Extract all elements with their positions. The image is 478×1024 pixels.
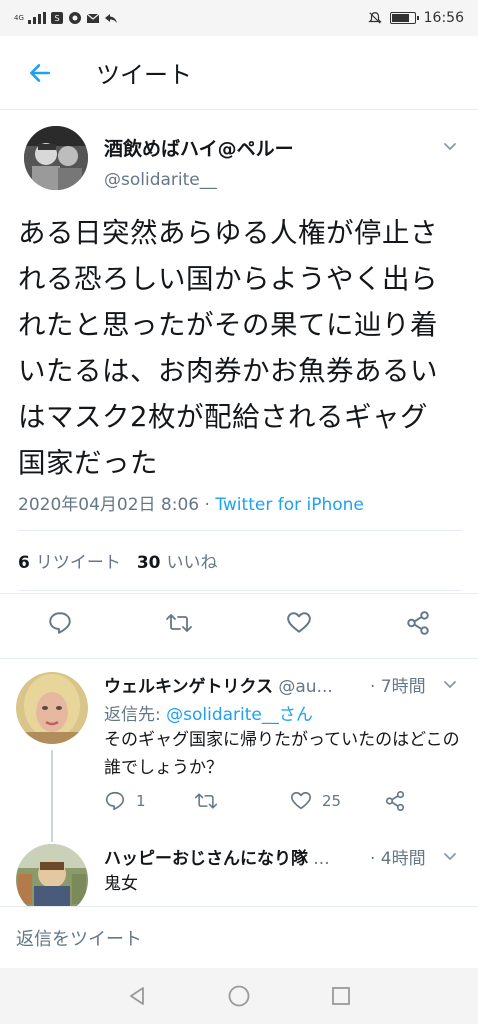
reply-button[interactable]: [45, 608, 75, 638]
reply-author[interactable]: ウェルキンゲトリクス @au...: [104, 672, 333, 697]
heart-icon: [287, 612, 311, 633]
tweet-menu-button[interactable]: [440, 136, 460, 156]
reply-reply-button[interactable]: 1: [104, 790, 146, 812]
tweet-text: ある日突然あらゆる人権が停止さ れる恐ろしい国からようやく出ら れたと思ったがそ…: [18, 217, 438, 479]
avatar-photo: [24, 126, 88, 190]
like-stat[interactable]: 30 いいね: [137, 548, 218, 573]
speech-bubble-icon: [49, 612, 71, 634]
heart-icon: [291, 791, 311, 810]
page-title: ツイート: [96, 61, 192, 89]
reply-to-mention[interactable]: @solidarite__さん: [166, 705, 313, 725]
nav-back-button[interactable]: [123, 982, 151, 1010]
tweet-meta: 2020年04月02日 8:06 · Twitter for iPhone: [18, 490, 364, 515]
svg-text:S: S: [54, 14, 59, 23]
tweet-stats: 6 リツイート 30 いいね: [18, 548, 218, 573]
chevron-down-icon: [444, 143, 456, 151]
reply-author-name: ウェルキンゲトリクス: [104, 677, 273, 697]
triangle-back-icon: [130, 987, 144, 1005]
author-handle[interactable]: @solidarite__: [104, 170, 217, 190]
reply-author-name: ハッピーおじさんになり隊: [104, 849, 308, 869]
reply-time: · 7時間: [370, 677, 426, 697]
nav-recent-button[interactable]: [327, 982, 355, 1010]
thread-line: [51, 750, 53, 842]
retweet-icon: [166, 614, 192, 632]
mute-icon: [367, 11, 382, 25]
network-type: 4G: [14, 13, 24, 22]
divider: [0, 593, 478, 594]
speech-bubble-icon: [105, 791, 125, 811]
tweet-source-link[interactable]: Twitter for iPhone: [215, 495, 364, 515]
status-left: 4G S: [14, 11, 118, 25]
system-nav-bar: [0, 968, 478, 1024]
reply-author-handle: ...: [313, 849, 330, 869]
avatar-photo: [16, 672, 88, 744]
author-name[interactable]: 酒飲めばハイ@ペルー: [104, 134, 294, 161]
battery-icon: [389, 12, 419, 24]
nav-home-button[interactable]: [225, 982, 253, 1010]
reply-author[interactable]: ハッピーおじさんになり隊 ...: [104, 844, 330, 869]
main-tweet: 酒飲めばハイ@ペルー @solidarite__ ある日突然あらゆる人権が停止さ…: [0, 110, 478, 635]
retweet-label: リツイート: [35, 553, 121, 573]
app-header: ツイート: [0, 36, 478, 110]
status-bar: 4G S 16:56: [0, 0, 478, 36]
arrow-left-icon: [30, 63, 50, 82]
like-button[interactable]: [284, 608, 314, 638]
reply-avatar[interactable]: [16, 672, 88, 744]
back-button[interactable]: [0, 36, 80, 110]
square-recent-icon: [332, 987, 350, 1005]
compose-placeholder: 返信をツイート: [16, 928, 142, 950]
reply-menu-button[interactable]: [440, 846, 460, 866]
reply-retweet-button[interactable]: [194, 790, 218, 812]
retweet-button[interactable]: [164, 608, 194, 638]
reply-reply-count: 1: [136, 792, 146, 810]
share-icon: [385, 791, 405, 811]
reply-to-label: 返信先:: [104, 705, 167, 725]
share-icon: [407, 611, 429, 635]
meta-separator: ·: [199, 495, 216, 515]
signal-icon: [27, 12, 46, 24]
divider: [18, 530, 462, 531]
reply-to-line: 返信先: @solidarite__さん: [104, 700, 313, 725]
reply-text: 鬼女: [104, 874, 138, 894]
reply-actions: 1 25: [0, 790, 478, 820]
wifi-icon: S: [50, 11, 64, 25]
tweet-actions: [0, 608, 478, 644]
reply-author-handle: @au...: [278, 677, 333, 697]
status-right: 16:56: [367, 10, 464, 26]
like-count: 30: [136, 553, 161, 573]
reply-menu-button[interactable]: [440, 674, 460, 694]
retweet-stat[interactable]: 6 リツイート: [18, 548, 121, 573]
author-avatar[interactable]: [24, 126, 88, 190]
like-label: いいね: [166, 553, 218, 573]
status-time: 16:56: [423, 10, 464, 26]
reply-notif-icon: [104, 11, 118, 25]
divider: [18, 590, 462, 591]
reply-share-button[interactable]: [384, 790, 406, 812]
circle-home-icon: [228, 985, 250, 1007]
retweet-icon: [194, 793, 218, 809]
divider: [0, 658, 478, 659]
chevron-down-icon: [444, 853, 456, 861]
reply-text: そのギャグ国家に帰りたがっていたのはどこの誰でしょうか？: [104, 730, 460, 778]
reply-compose-input[interactable]: 返信をツイート: [0, 906, 478, 968]
share-button[interactable]: [403, 608, 433, 638]
reply-time: · 4時間: [370, 849, 426, 869]
reply-like-count: 25: [322, 792, 342, 810]
reply-like-button[interactable]: 25: [290, 790, 341, 812]
mail-icon: [86, 11, 100, 25]
retweet-count: 6: [18, 553, 30, 573]
chevron-down-icon: [444, 681, 456, 689]
camera-icon: [68, 11, 82, 25]
tweet-header: 酒飲めばハイ@ペルー @solidarite__: [0, 110, 478, 200]
tweet-timestamp: 2020年04月02日 8:06: [18, 495, 200, 515]
